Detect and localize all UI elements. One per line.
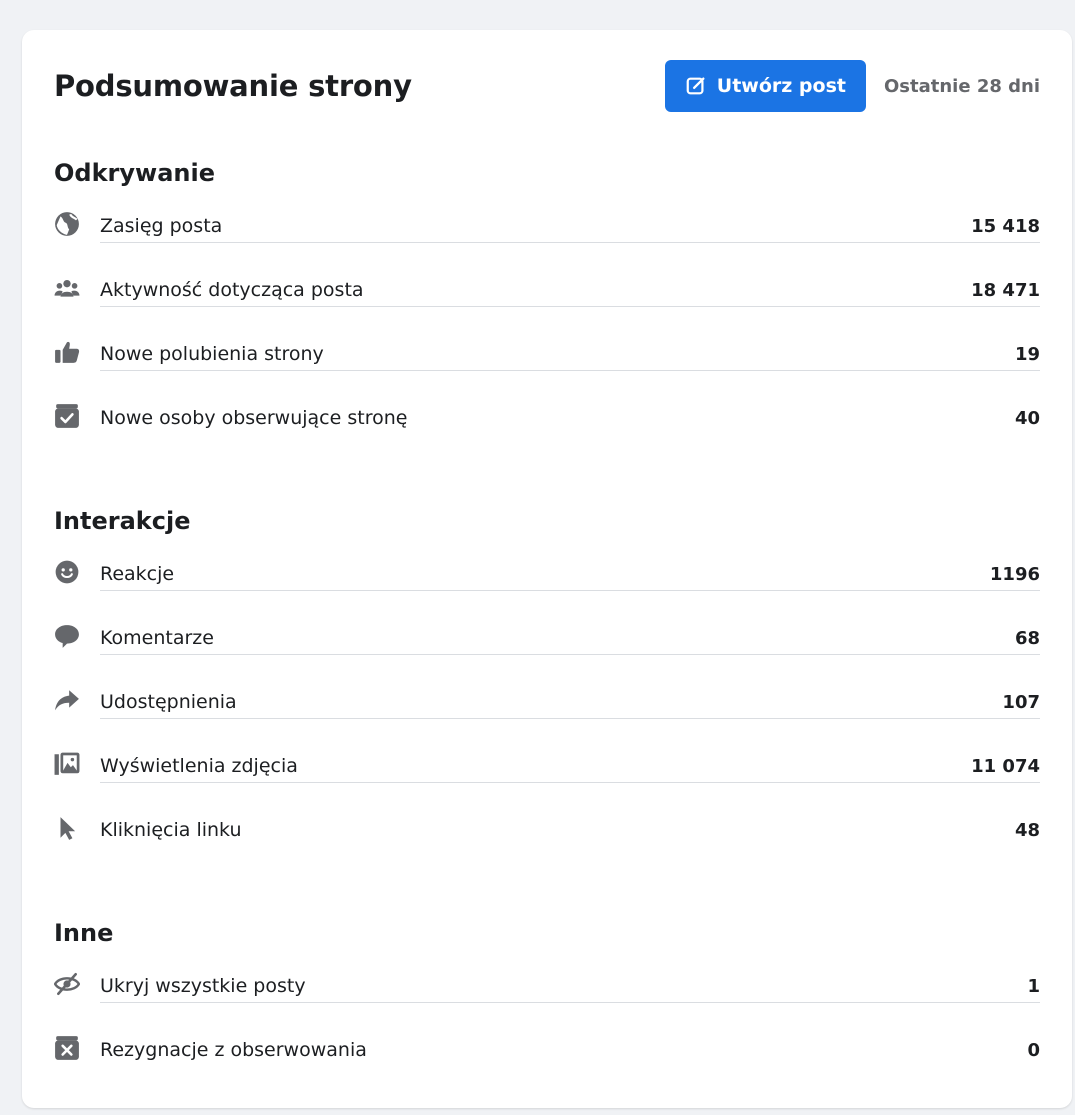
metric-label: Udostępnienia <box>100 691 237 713</box>
metric-value: 107 <box>1002 691 1040 713</box>
metric-value: 1 <box>1027 975 1040 997</box>
globe-icon <box>54 211 80 237</box>
metric-label: Aktywność dotycząca posta <box>100 279 364 301</box>
page-title: Podsumowanie strony <box>54 69 412 103</box>
list-item[interactable]: Ukryj wszystkie posty 1 <box>54 950 1040 1014</box>
thumbs-up-icon <box>54 339 80 365</box>
metric-label: Reakcje <box>100 563 175 585</box>
share-arrow-icon <box>54 687 80 713</box>
metric-label: Komentarze <box>100 627 214 649</box>
create-post-label: Utwórz post <box>716 75 846 97</box>
card-header: Podsumowanie strony Utwórz post Ostatnie… <box>54 58 1040 114</box>
comment-icon <box>54 623 80 649</box>
list-item[interactable]: Reakcje 1196 <box>54 538 1040 602</box>
list-item[interactable]: Zasięg posta 15 418 <box>54 190 1040 254</box>
photo-icon <box>54 751 80 777</box>
cursor-icon <box>54 815 80 841</box>
list-item[interactable]: Udostępnienia 107 <box>54 666 1040 730</box>
create-post-button[interactable]: Utwórz post <box>664 60 866 112</box>
list-item[interactable]: Rezygnacje z obserwowania 0 <box>54 1014 1040 1078</box>
metric-value: 18 471 <box>971 279 1040 301</box>
list-item[interactable]: Nowe osoby obserwujące stronę 40 <box>54 382 1040 446</box>
list-item[interactable]: Wyświetlenia zdjęcia 11 074 <box>54 730 1040 794</box>
metric-label: Nowe polubienia strony <box>100 343 324 365</box>
metric-value: 19 <box>1014 343 1040 365</box>
people-icon <box>54 275 80 301</box>
section-title: Inne <box>54 919 114 947</box>
metric-value: 68 <box>1014 627 1040 649</box>
unfollow-x-icon <box>54 1035 80 1061</box>
list-item[interactable]: Aktywność dotycząca posta 18 471 <box>54 254 1040 318</box>
metric-value: 1196 <box>989 563 1040 585</box>
metric-value: 48 <box>1014 819 1040 841</box>
metric-label: Wyświetlenia zdjęcia <box>100 755 298 777</box>
section-discovery: Odkrywanie Zasięg posta 15 418 Aktywność… <box>54 156 1040 446</box>
list-item[interactable]: Kliknięcia linku 48 <box>54 794 1040 858</box>
metric-label: Rezygnacje z obserwowania <box>100 1039 367 1061</box>
metric-label: Zasięg posta <box>100 215 223 237</box>
edit-icon <box>686 77 705 95</box>
metric-value: 0 <box>1027 1039 1040 1061</box>
metric-value: 15 418 <box>971 215 1040 237</box>
metric-label: Kliknięcia linku <box>100 819 242 841</box>
eye-slash-icon <box>54 971 80 997</box>
list-item[interactable]: Nowe polubienia strony 19 <box>54 318 1040 382</box>
section-other: Inne Ukryj wszystkie posty 1 Rezygnacje … <box>54 916 1040 1078</box>
metric-value: 11 074 <box>971 755 1040 777</box>
section-interactions: Interakcje Reakcje 1196 Komentarze 68 Ud… <box>54 504 1040 858</box>
page-summary-card: Podsumowanie strony Utwórz post Ostatnie… <box>22 30 1072 1108</box>
smiley-icon <box>54 559 80 585</box>
metric-value: 40 <box>1014 407 1040 429</box>
metric-label: Nowe osoby obserwujące stronę <box>100 407 408 429</box>
section-title: Odkrywanie <box>54 159 215 187</box>
follow-check-icon <box>54 403 80 429</box>
list-item[interactable]: Komentarze 68 <box>54 602 1040 666</box>
metric-label: Ukryj wszystkie posty <box>100 975 306 997</box>
section-title: Interakcje <box>54 507 191 535</box>
date-range-label[interactable]: Ostatnie 28 dni <box>884 76 1040 97</box>
